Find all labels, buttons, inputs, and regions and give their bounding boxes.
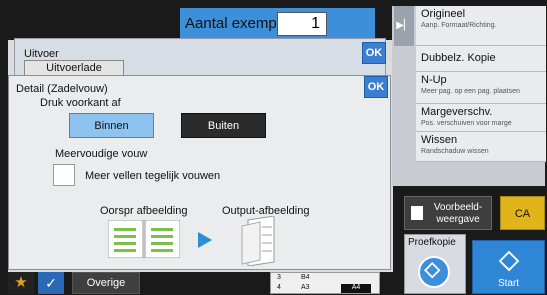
tray-number: 4 xyxy=(277,284,281,291)
output-folded-icon xyxy=(241,216,275,266)
sidebar-item-wissen[interactable]: Wissen Randschaduw wissen xyxy=(416,132,546,162)
sidebar-item-n-up[interactable]: N-Up Meer pag. op een pag. plaatsen xyxy=(416,72,546,104)
preview-icon xyxy=(411,206,423,220)
proof-copy-label: Proefkopie xyxy=(408,237,456,248)
multi-sheets-label: Meer vellen tegelijk vouwen xyxy=(85,170,221,182)
print-front-label: Druk voorkant af xyxy=(40,97,121,109)
tray-size: B4 xyxy=(301,274,310,281)
sidebar-item-subtitle: Randschaduw wissen xyxy=(421,148,489,155)
uitvoer-ok-button[interactable]: OK xyxy=(362,42,386,64)
start-label: Start xyxy=(497,278,520,289)
proof-copy-button[interactable] xyxy=(418,256,450,288)
original-pages-icon xyxy=(108,220,180,258)
sidebar-item-margeverschv[interactable]: Margeverschv. Pos. verschuiven voor marg… xyxy=(416,104,546,132)
copies-label: Aantal exempl. xyxy=(185,15,285,32)
detail-ok-button[interactable]: OK xyxy=(364,76,388,98)
diamond-icon xyxy=(498,250,520,272)
overige-button[interactable]: Overige xyxy=(72,272,140,294)
copies-input[interactable]: 1 xyxy=(277,12,327,36)
selected-paper-size: A4 xyxy=(341,284,371,293)
sidebar-item-title: Dubbelz. Kopie xyxy=(421,52,496,64)
buiten-button[interactable]: Buiten xyxy=(181,113,266,138)
original-image-label: Oorspr afbeelding xyxy=(100,205,188,217)
uitvoerlade-tab[interactable]: Uitvoerlade xyxy=(24,60,124,76)
binnen-button[interactable]: Binnen xyxy=(69,113,154,138)
sidebar-item-title: Margeverschv. xyxy=(421,106,493,118)
paper-tray-status: 3 B4 4 A3 A4 xyxy=(270,272,380,294)
uitvoer-title: Uitvoer xyxy=(24,48,59,60)
tray-size: A3 xyxy=(301,284,310,291)
preview-label: Voorbeeld-weergave xyxy=(433,202,483,225)
preview-button[interactable]: Voorbeeld-weergave xyxy=(404,196,492,230)
favorite-star-icon[interactable]: ★ xyxy=(8,272,34,294)
sidebar-item-subtitle: Pos. verschuiven voor marge xyxy=(421,120,512,127)
sidebar-collapse-icon[interactable]: ▶▏ xyxy=(394,6,414,46)
diamond-icon xyxy=(424,262,441,279)
ca-button[interactable]: CA xyxy=(500,196,545,230)
multi-sheets-checkbox[interactable] xyxy=(53,164,75,186)
detail-title: Detail (Zadelvouw) xyxy=(16,83,108,95)
tray-number: 3 xyxy=(277,274,281,281)
sidebar-item-subtitle: Aanp. Formaat/Richting. xyxy=(421,22,497,29)
sidebar-item-title: N-Up xyxy=(421,74,447,86)
arrow-right-icon xyxy=(198,232,212,248)
multi-fold-label: Meervoudige vouw xyxy=(55,148,148,160)
sidebar-item-title: Wissen xyxy=(421,134,458,146)
check-icon[interactable]: ✓ xyxy=(38,272,64,294)
sidebar-item-dubbelz[interactable]: Dubbelz. Kopie xyxy=(416,46,546,72)
sidebar-item-origineel[interactable]: Origineel Aanp. Formaat/Richting. xyxy=(416,6,546,46)
sidebar-item-title: Origineel xyxy=(421,8,466,20)
sidebar-item-subtitle: Meer pag. op een pag. plaatsen xyxy=(421,88,520,95)
